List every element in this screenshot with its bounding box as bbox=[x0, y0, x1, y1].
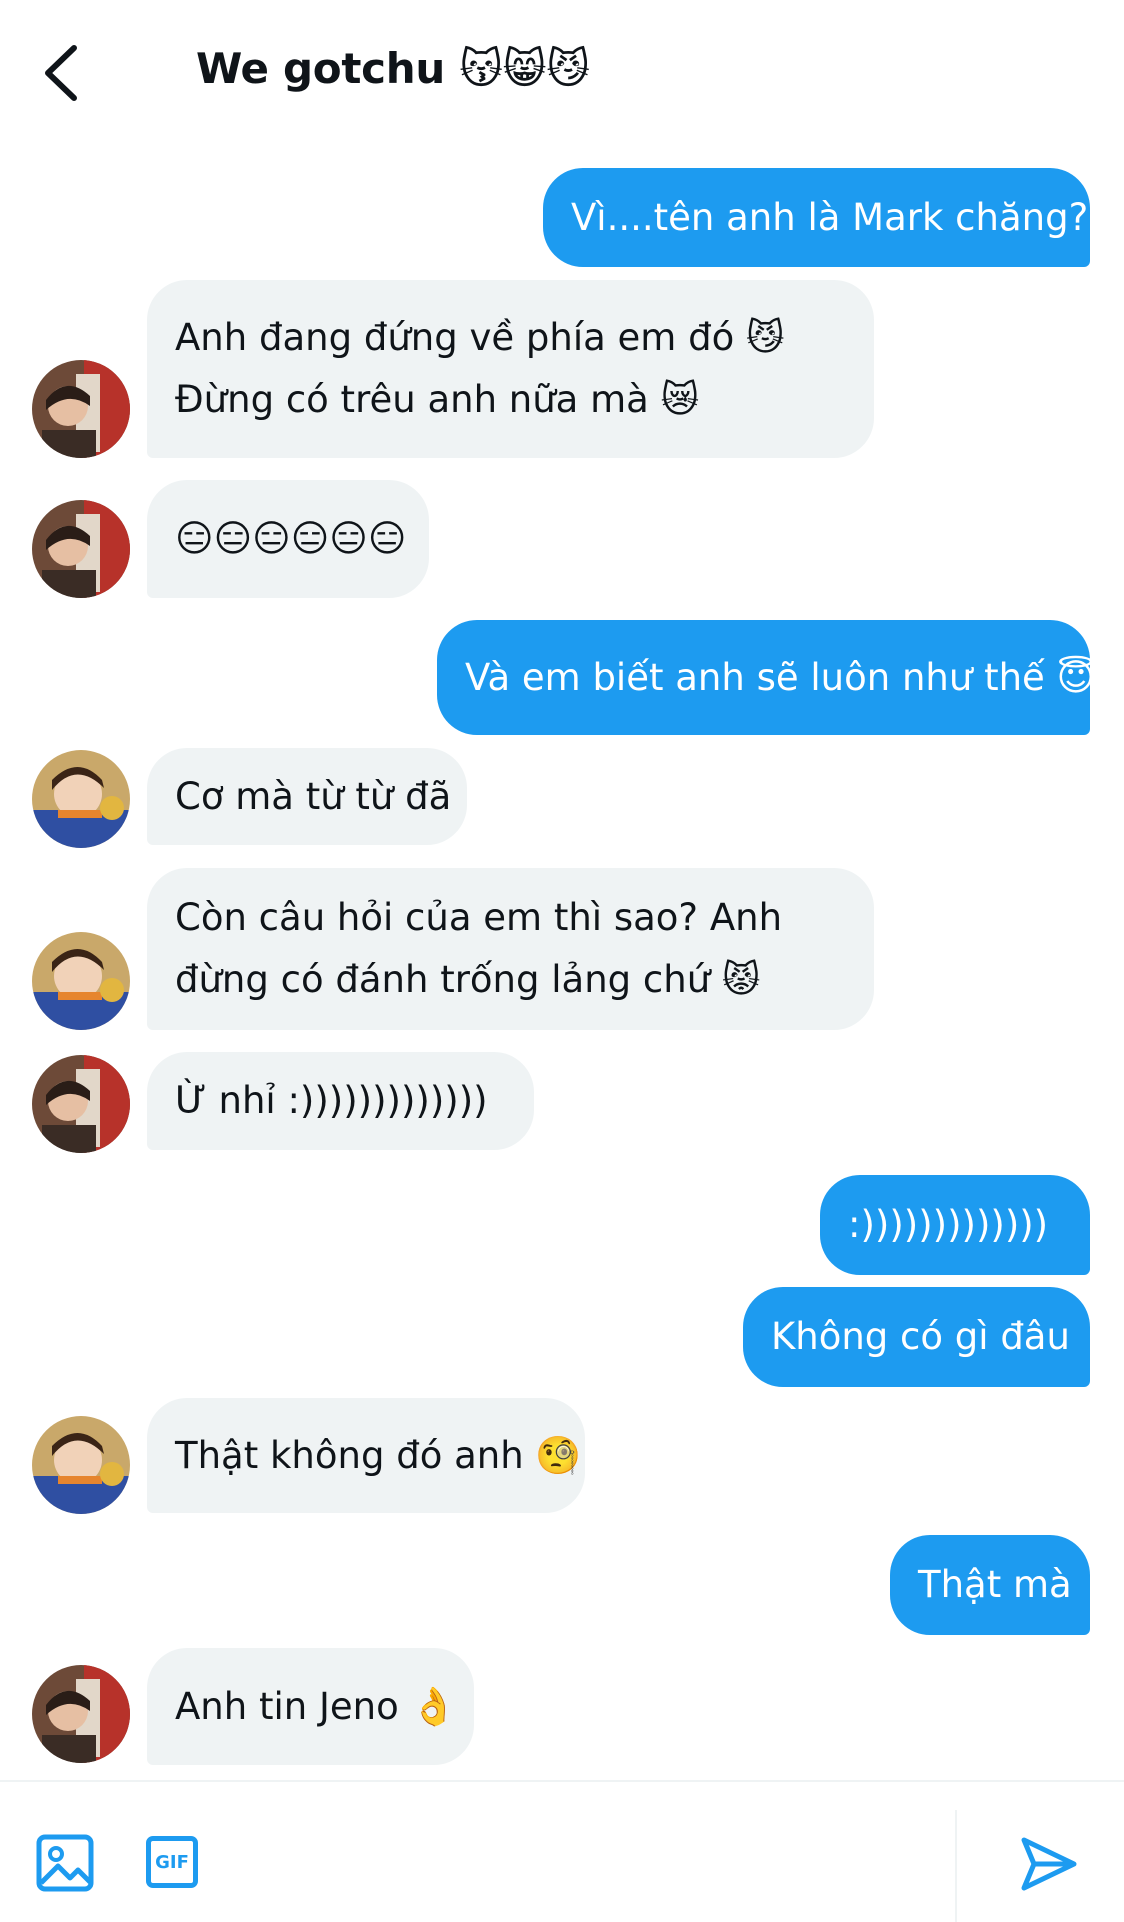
avatar[interactable] bbox=[32, 932, 130, 1030]
avatar[interactable] bbox=[32, 1416, 130, 1514]
message-bubble[interactable]: Không có gì đâu bbox=[743, 1287, 1090, 1387]
message-bubble[interactable]: Và em biết anh sẽ luôn như thế 😇 bbox=[437, 620, 1096, 735]
composer-divider bbox=[955, 1810, 957, 1922]
message-thread: Vì....tên anh là Mark chăng? Anh đang đứ… bbox=[0, 0, 1124, 1780]
message-text: đừng có đánh trống lảng chứ 😾 bbox=[175, 958, 761, 1001]
message-bubble[interactable]: Thật mà bbox=[890, 1535, 1090, 1635]
message-text: Anh tin Jeno 👌 bbox=[175, 1684, 457, 1728]
message-text: Ừ nhỉ :))))))))))))) bbox=[175, 1079, 488, 1122]
avatar[interactable] bbox=[32, 750, 130, 848]
message-bubble[interactable]: Cơ mà từ từ đã bbox=[147, 748, 467, 845]
avatar[interactable] bbox=[32, 1665, 130, 1763]
message-bubble[interactable]: 😑😑😑😑😑😑 bbox=[147, 480, 429, 598]
message-composer: GIF bbox=[0, 1780, 1124, 1922]
message-text: Vì....tên anh là Mark chăng? bbox=[571, 195, 1089, 239]
message-bubble[interactable]: Anh tin Jeno 👌 bbox=[147, 1648, 474, 1765]
gif-button[interactable]: GIF bbox=[146, 1836, 198, 1888]
message-text: Thật mà bbox=[918, 1563, 1072, 1606]
message-bubble[interactable]: Thật không đó anh 🧐 bbox=[147, 1398, 585, 1513]
message-bubble[interactable]: Ừ nhỉ :))))))))))))) bbox=[147, 1052, 534, 1150]
image-icon[interactable] bbox=[36, 1834, 94, 1892]
message-text: Cơ mà từ từ đã bbox=[175, 774, 452, 818]
message-bubble[interactable]: Anh đang đứng về phía em đó 😼 Đừng có tr… bbox=[147, 280, 874, 458]
avatar[interactable] bbox=[32, 360, 130, 458]
message-text: Đừng có trêu anh nữa mà 😿 bbox=[175, 378, 700, 421]
message-bubble[interactable]: :))))))))))))) bbox=[820, 1175, 1090, 1275]
message-text: Và em biết anh sẽ luôn như thế 😇 bbox=[465, 655, 1096, 699]
message-text: 😑😑😑😑😑😑 bbox=[175, 517, 407, 560]
avatar[interactable] bbox=[32, 500, 130, 598]
message-text: Thật không đó anh 🧐 bbox=[175, 1433, 582, 1477]
message-text: Không có gì đâu bbox=[771, 1315, 1070, 1358]
message-text: Còn câu hỏi của em thì sao? Anh bbox=[175, 896, 783, 939]
message-text: Anh đang đứng về phía em đó 😼 bbox=[175, 316, 785, 359]
send-icon[interactable] bbox=[1020, 1836, 1078, 1892]
message-bubble[interactable]: Còn câu hỏi của em thì sao? Anh đừng có … bbox=[147, 868, 874, 1030]
gif-label: GIF bbox=[155, 1851, 189, 1873]
message-text: :))))))))))))) bbox=[848, 1203, 1049, 1246]
avatar[interactable] bbox=[32, 1055, 130, 1153]
message-bubble[interactable]: Vì....tên anh là Mark chăng? bbox=[543, 168, 1090, 267]
